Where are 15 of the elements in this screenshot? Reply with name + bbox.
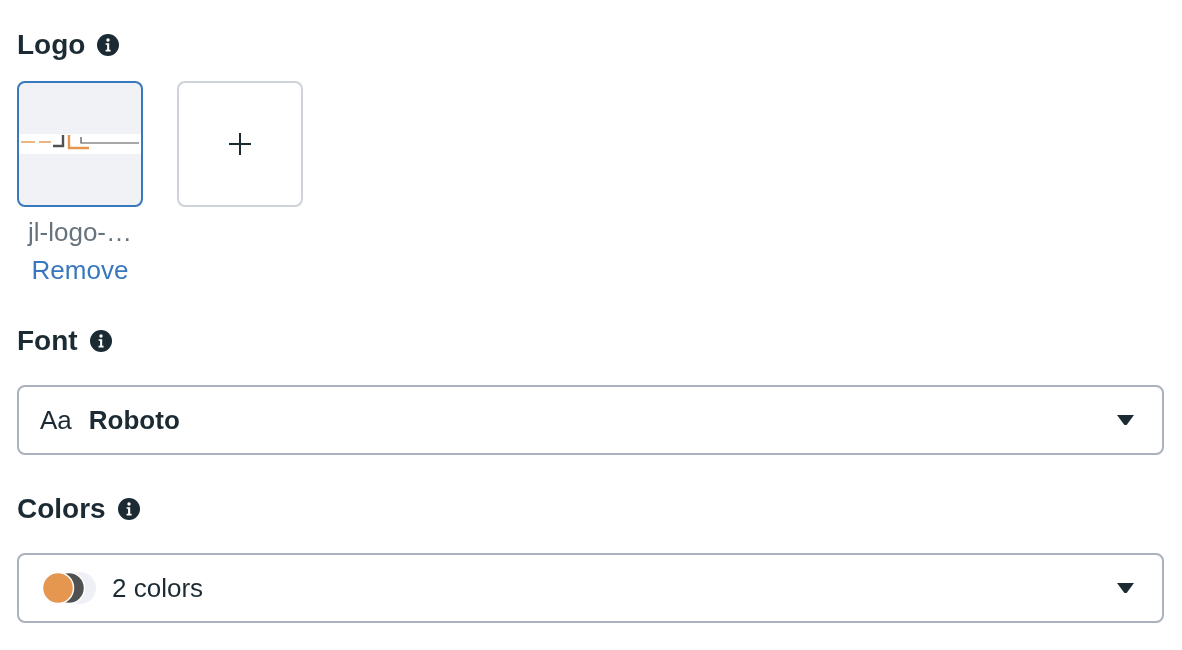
section-label: Logo bbox=[17, 28, 86, 62]
font-select[interactable]: Aa Roboto bbox=[17, 385, 1164, 455]
caret-icon bbox=[1117, 415, 1134, 425]
caret-icon bbox=[1117, 583, 1134, 593]
color-swatches-icon bbox=[41, 571, 97, 605]
plus-icon bbox=[229, 133, 251, 155]
remove-link[interactable]: Remove bbox=[31, 255, 129, 285]
file-name: jl-logo-… bbox=[28, 217, 132, 247]
info-icon[interactable] bbox=[117, 498, 140, 520]
colors-select[interactable]: 2 colors bbox=[17, 553, 1164, 623]
info-icon[interactable] bbox=[97, 34, 120, 56]
logo-tile[interactable] bbox=[17, 81, 143, 207]
section-label: Font bbox=[17, 324, 78, 358]
info-icon[interactable] bbox=[89, 330, 112, 352]
section-label: Colors bbox=[17, 492, 106, 526]
